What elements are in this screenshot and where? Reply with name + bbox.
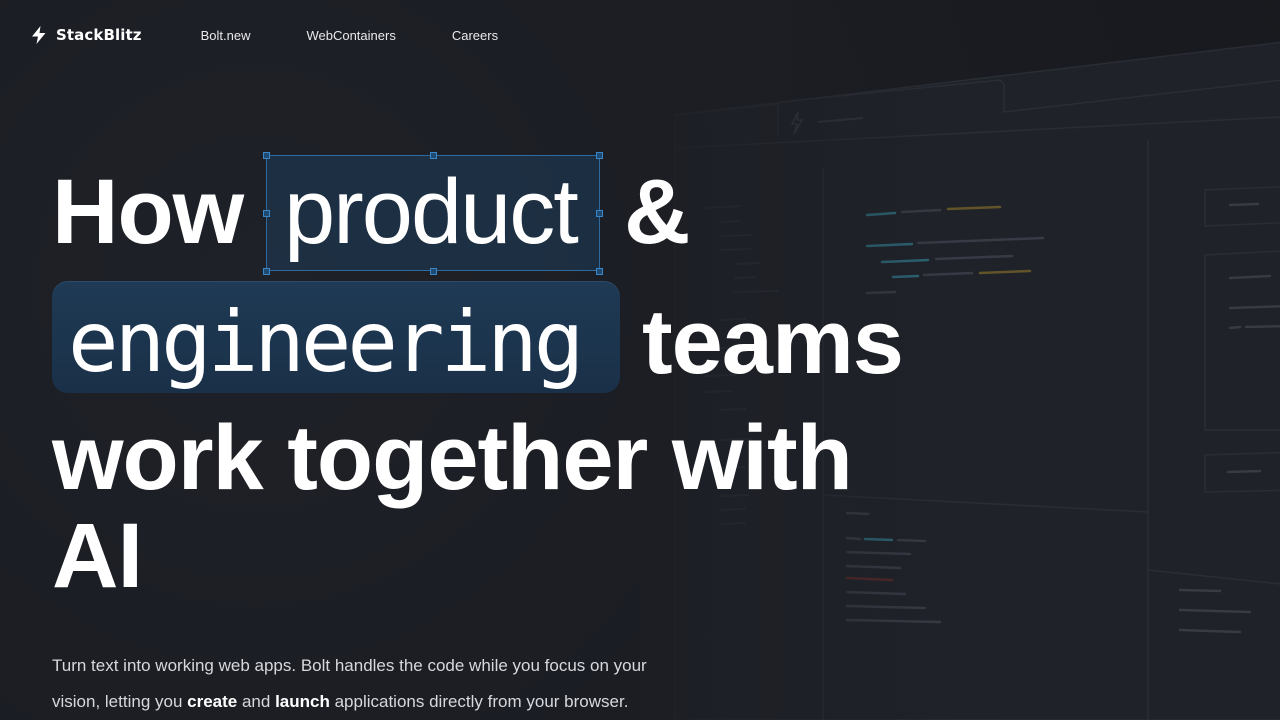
selection-handle-tm[interactable] [430,152,437,159]
headline-ampersand: & [624,161,690,263]
selection-handle-tl[interactable] [263,152,270,159]
nav-link-bolt-new[interactable]: Bolt.new [201,28,251,43]
headline-line-work-together: work together with [52,407,853,509]
subtitle-text-4: applications directly from your browser. [329,692,629,711]
subtitle-text-2: vision, letting you [52,692,188,711]
nav-link-webcontainers[interactable]: WebContainers [306,28,395,43]
nav-links: Bolt.new WebContainers Careers [201,28,555,43]
subtitle-bold-create: create [187,692,238,711]
headline-word-how: How [52,161,244,263]
selection-handle-br[interactable] [596,268,603,275]
stackblitz-logo[interactable]: StackBlitz [30,25,142,45]
subtitle-bold-launch: launch [275,692,330,711]
lightning-bolt-icon [32,26,46,44]
landing-page: StackBlitz Bolt.new WebContainers Career… [0,0,1280,720]
logo-text: StackBlitz [56,26,142,44]
subtitle-text-3: and [237,692,276,711]
selection-handle-tr[interactable] [596,152,603,159]
selection-handle-bl[interactable] [263,268,270,275]
headline-word-teams: teams [642,291,904,393]
nav-link-careers[interactable]: Careers [452,28,498,43]
top-navigation: StackBlitz Bolt.new WebContainers Career… [30,22,554,48]
hero-subtitle: Turn text into working web apps. Bolt ha… [52,648,752,720]
subtitle-line-1: Turn text into working web apps. Bolt ha… [52,656,647,675]
selection-handle-ml[interactable] [263,210,270,217]
selection-handle-bm[interactable] [430,268,437,275]
headline-word-ai: AI [52,505,143,607]
selection-handle-mr[interactable] [596,210,603,217]
headline-word-engineering: engineering [68,293,584,391]
headline-word-product: product [284,161,579,263]
